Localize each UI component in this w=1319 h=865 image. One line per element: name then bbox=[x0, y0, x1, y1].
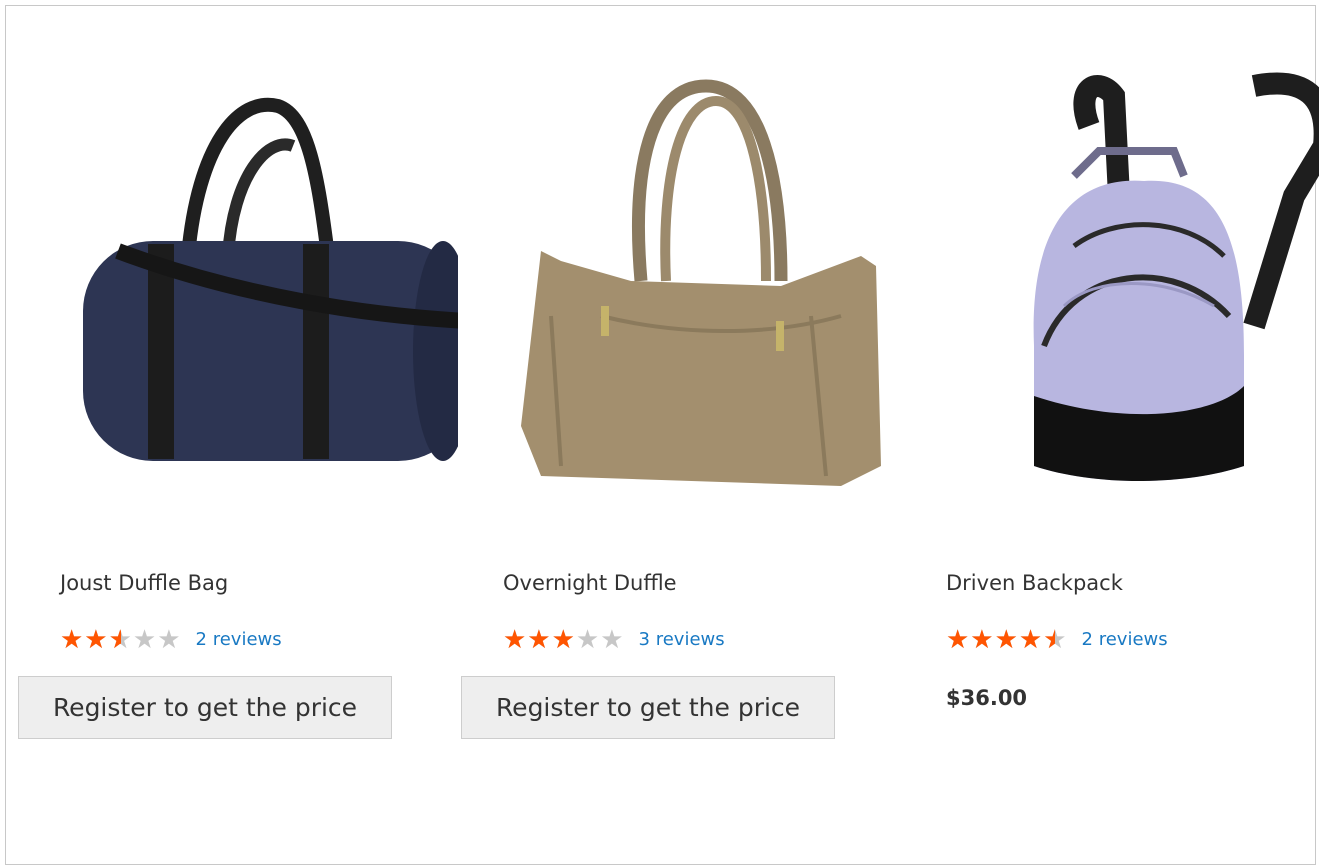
product-item-driven-backpack: Driven Backpack ★★★★★ ★★★★★ 2 reviews $3… bbox=[904, 6, 1319, 766]
duffle-bag-icon bbox=[521, 79, 881, 486]
rating-stars: ★★★★★ ★★★★★ bbox=[503, 624, 625, 654]
rating-stars-filled: ★★★★★ bbox=[60, 624, 121, 654]
product-grid: Joust Duffle Bag ★★★★★ ★★★★★ 2 reviews R… bbox=[5, 5, 1319, 865]
register-to-get-price-button[interactable]: Register to get the price bbox=[18, 676, 392, 739]
product-image[interactable] bbox=[481, 66, 901, 506]
product-rating: ★★★★★ ★★★★★ 2 reviews bbox=[946, 624, 1168, 654]
rating-stars-filled: ★★★★★ bbox=[946, 624, 1055, 654]
rating-stars: ★★★★★ ★★★★★ bbox=[60, 624, 182, 654]
product-name-link[interactable]: Overnight Duffle bbox=[503, 571, 677, 595]
reviews-link[interactable]: 2 reviews bbox=[196, 629, 282, 650]
reviews-link[interactable]: 2 reviews bbox=[1082, 629, 1168, 650]
register-to-get-price-button[interactable]: Register to get the price bbox=[461, 676, 835, 739]
product-name-link[interactable]: Joust Duffle Bag bbox=[60, 571, 228, 595]
product-rating: ★★★★★ ★★★★★ 2 reviews bbox=[60, 624, 282, 654]
product-name-link[interactable]: Driven Backpack bbox=[946, 571, 1123, 595]
backpack-icon bbox=[1033, 72, 1319, 482]
rating-stars-filled: ★★★★★ bbox=[503, 624, 576, 654]
product-image[interactable] bbox=[924, 66, 1319, 506]
product-item-overnight-duffle: Overnight Duffle ★★★★★ ★★★★★ 3 reviews R… bbox=[461, 6, 901, 766]
product-rating: ★★★★★ ★★★★★ 3 reviews bbox=[503, 624, 725, 654]
product-image[interactable] bbox=[38, 66, 458, 506]
reviews-link[interactable]: 3 reviews bbox=[639, 629, 725, 650]
product-price: $36.00 bbox=[946, 686, 1028, 710]
product-item-joust-duffle-bag: Joust Duffle Bag ★★★★★ ★★★★★ 2 reviews R… bbox=[18, 6, 458, 766]
rating-stars: ★★★★★ ★★★★★ bbox=[946, 624, 1068, 654]
duffle-bag-icon bbox=[83, 97, 458, 461]
